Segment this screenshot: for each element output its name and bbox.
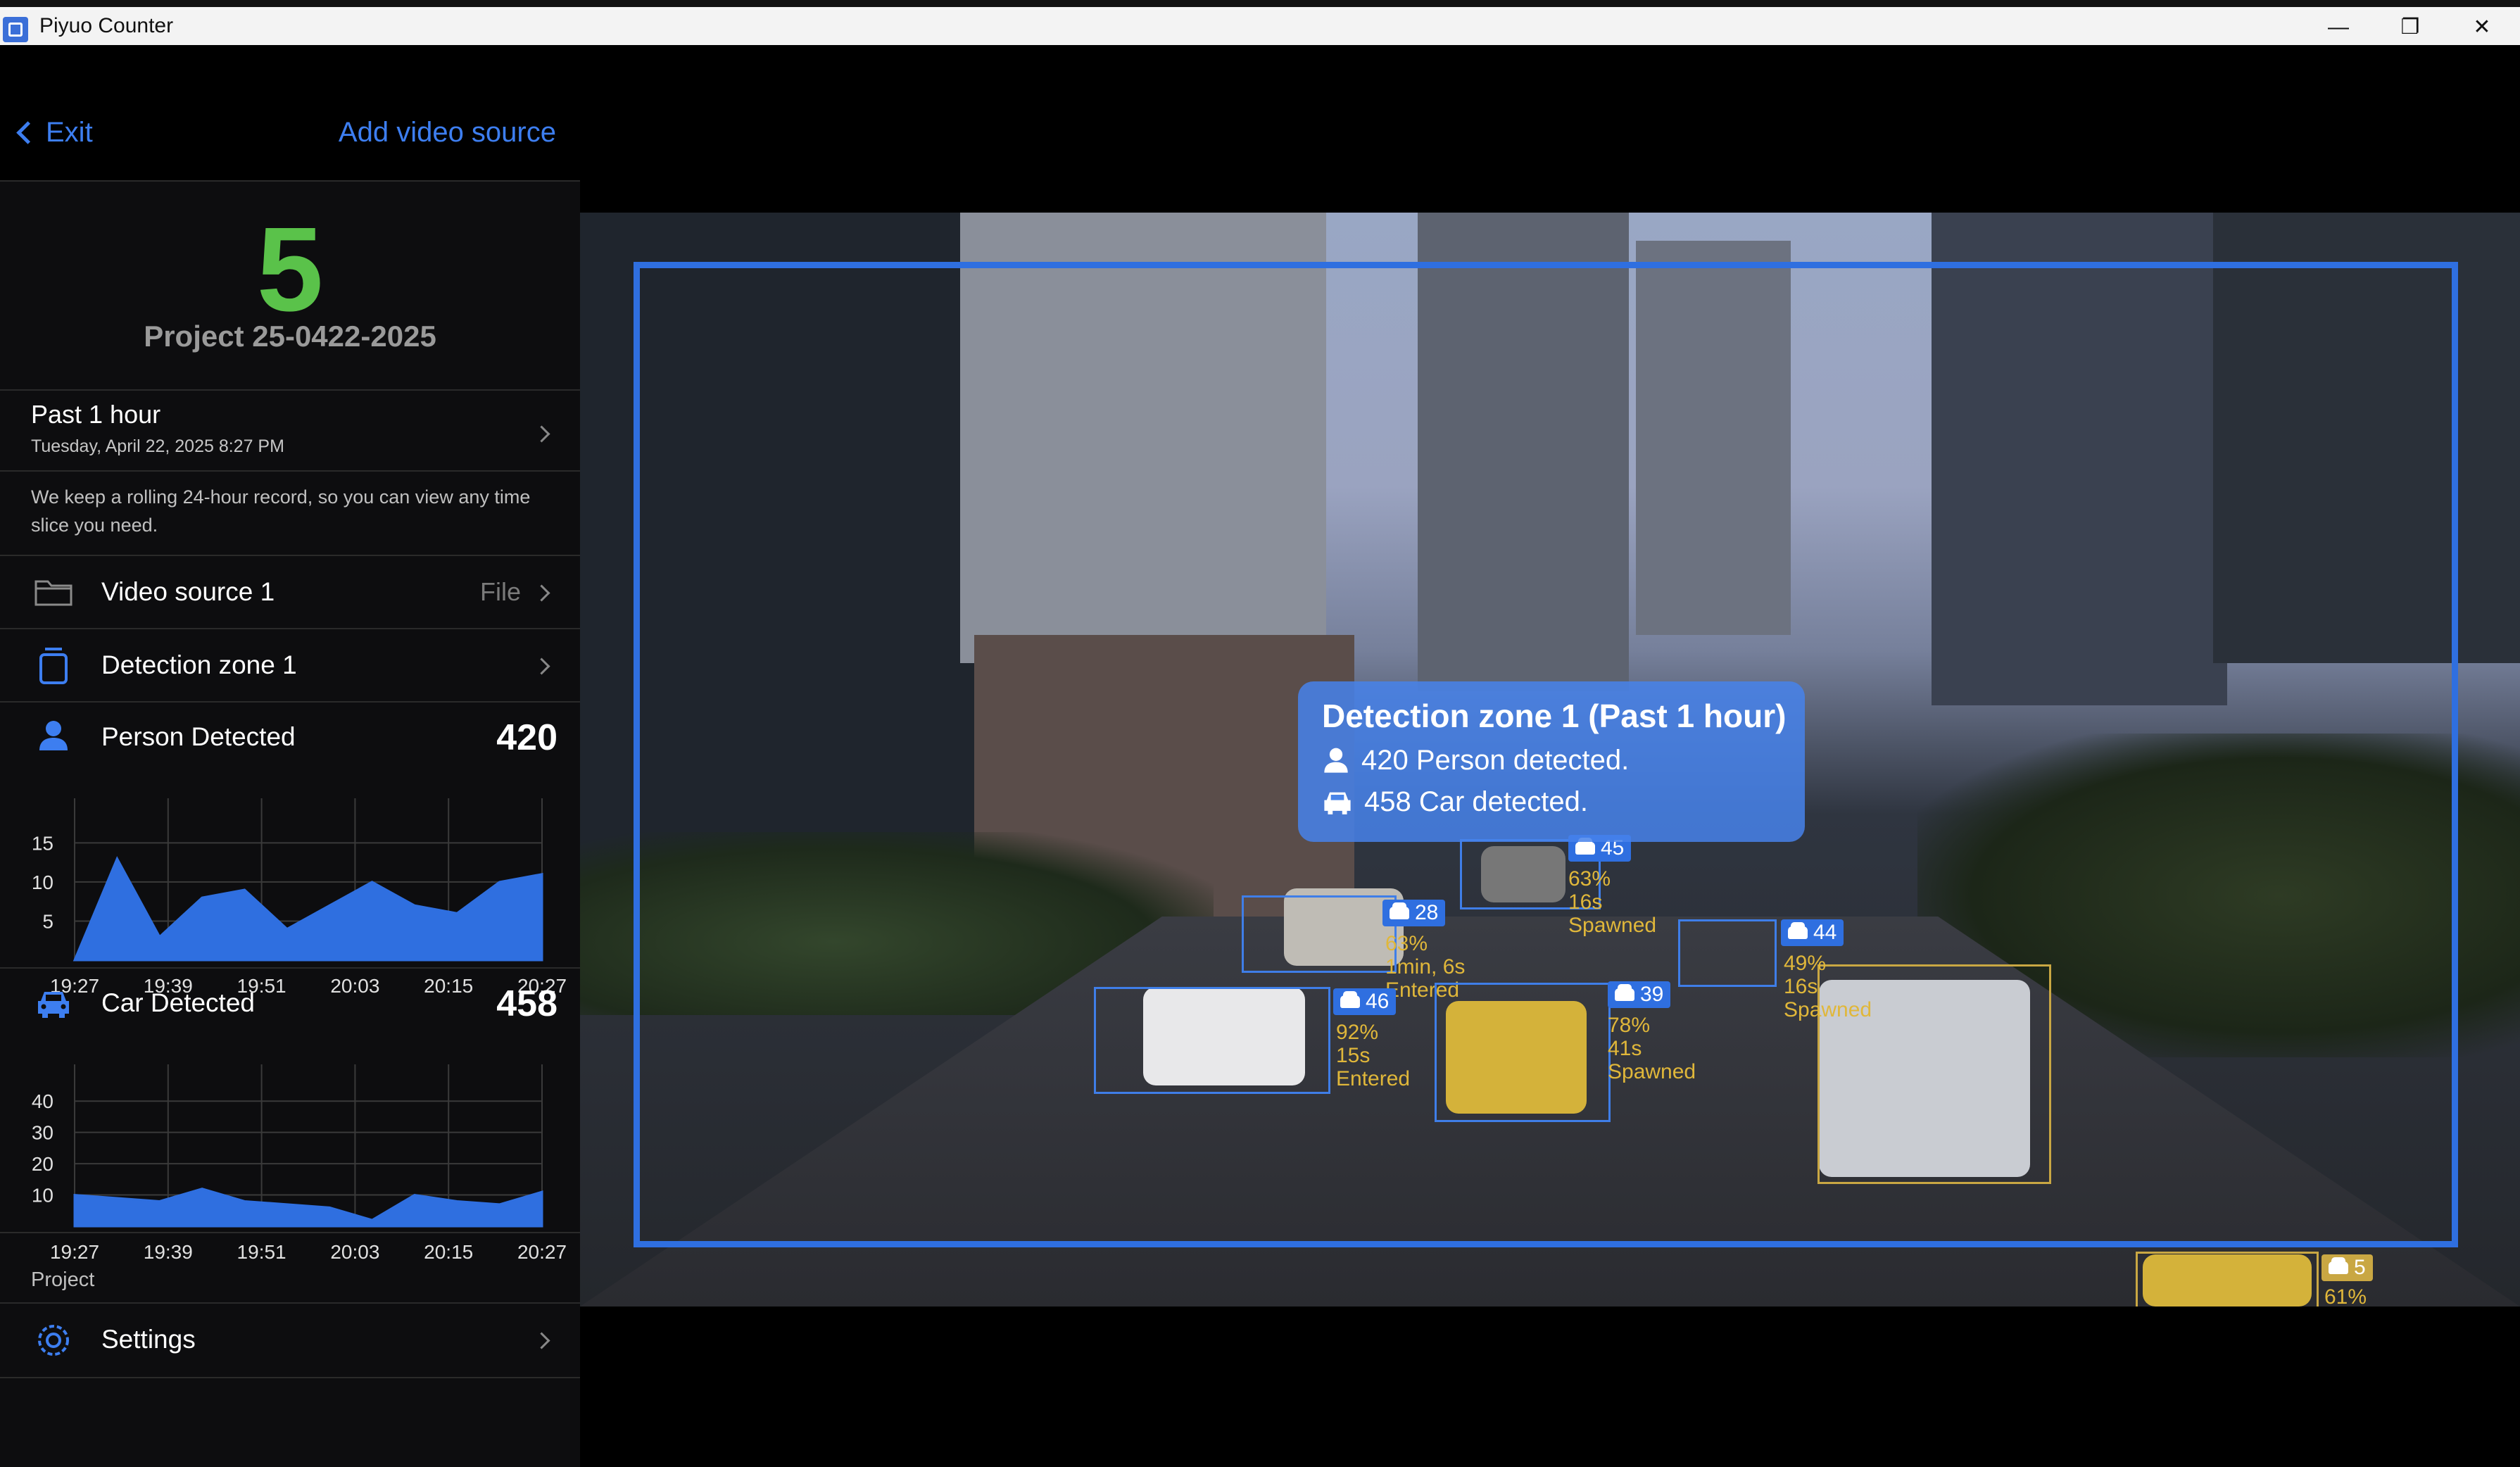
y-tick-label: 10 xyxy=(32,1185,53,1207)
y-tick-label: 40 xyxy=(32,1090,53,1112)
chevron-right-icon xyxy=(533,657,550,675)
x-tick-label: 20:27 xyxy=(517,1241,567,1263)
settings-label: Settings xyxy=(101,1325,196,1354)
detection-zone-summary: Detection zone 1 (Past 1 hour) 420 Perso… xyxy=(1298,681,1805,842)
folder-icon xyxy=(34,580,73,606)
person-icon xyxy=(39,721,68,750)
video-source-type: File xyxy=(479,577,521,606)
y-tick-label: 10 xyxy=(32,871,53,893)
title-bar: Piyuo Counter — ❐ ✕ xyxy=(0,0,2520,45)
chevron-right-icon xyxy=(533,425,550,443)
settings-item[interactable]: Settings xyxy=(0,1304,580,1377)
car-count: 458 xyxy=(496,983,557,1024)
add-video-source-button[interactable]: Add video source xyxy=(339,117,556,149)
video-frame[interactable]: 45 63% 16s Spawned 28 63% 1min, 6s Entered 4… xyxy=(580,213,2520,1307)
car-icon xyxy=(1324,792,1351,814)
chevron-left-icon xyxy=(16,121,39,144)
car-icon xyxy=(1575,838,1595,855)
window-title: Piyuo Counter xyxy=(39,14,174,37)
chevron-right-icon xyxy=(533,1332,550,1349)
car-area-chart: 19:27 19:39 19:51 20:03 20:15 20:27 10 20 30 40 xyxy=(32,1064,567,1263)
divider xyxy=(0,1377,580,1378)
car-chart: 19:27 19:39 19:51 20:03 20:15 20:27 10 20 30 40 xyxy=(0,1043,580,1268)
car-icon xyxy=(1340,991,1360,1008)
detection-zone-item[interactable]: Detection zone 1 xyxy=(0,629,580,701)
sidebar-header: Exit Add video source xyxy=(0,45,580,182)
restore-button[interactable]: ❐ xyxy=(2375,10,2445,45)
project-section-label: Project xyxy=(31,1268,95,1291)
x-tick-label: 19:27 xyxy=(50,1241,99,1263)
exit-label: Exit xyxy=(46,117,93,148)
exit-button[interactable]: Exit xyxy=(16,117,93,149)
person-detected-label: Person Detected xyxy=(101,722,296,751)
car-detected-label: Car Detected xyxy=(101,988,255,1017)
video-source-label: Video source 1 xyxy=(101,577,275,606)
person-detected-row: Person Detected 420 xyxy=(0,703,580,776)
y-tick-label: 20 xyxy=(32,1153,53,1175)
x-tick-label: 20:15 xyxy=(424,1241,473,1263)
car-icon xyxy=(1788,922,1808,939)
divider xyxy=(0,389,580,391)
area-series xyxy=(73,856,543,962)
close-button[interactable]: ✕ xyxy=(2447,10,2517,45)
minimize-button[interactable]: — xyxy=(2303,10,2374,45)
gear-icon xyxy=(38,1325,69,1356)
car-icon xyxy=(1615,984,1634,1001)
video-source-item[interactable]: Video source 1 File xyxy=(0,556,580,628)
time-range-datetime: Tuesday, April 22, 2025 8:27 PM xyxy=(31,436,284,456)
zone-icon xyxy=(39,648,68,684)
time-range-selector[interactable]: Past 1 hour Tuesday, April 22, 2025 8:27… xyxy=(0,393,580,470)
sidebar: Exit Add video source 5 Project 25-0422-… xyxy=(0,45,580,1467)
car-detected-row: Car Detected 458 xyxy=(0,969,580,1042)
y-tick-label: 30 xyxy=(32,1122,53,1144)
time-range-note: We keep a rolling 24-hour record, so you… xyxy=(31,486,531,536)
summary-person-line: 420 Person detected. xyxy=(1322,745,1781,776)
y-tick-label: 15 xyxy=(32,832,53,854)
car-icon xyxy=(2329,1257,2348,1274)
project-count: 5 xyxy=(256,203,324,336)
person-count: 420 xyxy=(496,717,557,758)
x-tick-label: 20:03 xyxy=(330,1241,379,1263)
person-icon xyxy=(1324,748,1348,773)
time-range-label: Past 1 hour xyxy=(31,400,161,429)
summary-car-line: 458 Car detected. xyxy=(1322,786,1781,818)
detection-zone-label: Detection zone 1 xyxy=(101,650,297,679)
divider xyxy=(0,1232,580,1233)
chevron-right-icon xyxy=(533,584,550,602)
divider xyxy=(0,470,580,472)
y-tick-label: 5 xyxy=(42,910,53,932)
car-icon xyxy=(38,992,69,1018)
summary-title: Detection zone 1 (Past 1 hour) xyxy=(1322,698,1787,734)
app-icon xyxy=(3,17,28,42)
x-tick-label: 19:51 xyxy=(237,1241,286,1263)
project-name: Project 25-0422-2025 xyxy=(144,320,436,353)
car-icon xyxy=(1390,902,1409,919)
x-tick-label: 19:39 xyxy=(144,1241,193,1263)
